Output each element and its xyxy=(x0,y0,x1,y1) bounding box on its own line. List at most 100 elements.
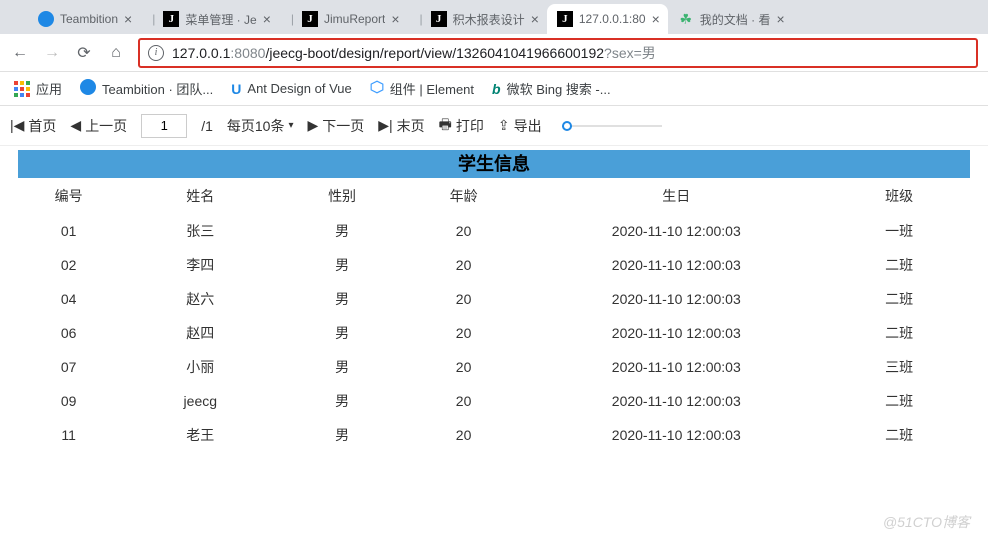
report-toolbar: |◀ 首页 ◀上一页 /1 每页10条 ▾ ▶下一页 ▶| 末页 🖶 打印 ⇪ … xyxy=(0,106,988,146)
browser-tab[interactable]: |J积木报表设计× xyxy=(408,4,547,34)
col-sex: 性别 xyxy=(281,178,403,214)
page-size-dropdown[interactable]: 每页10条 ▾ xyxy=(227,116,294,136)
tab-favicon: J xyxy=(163,11,179,27)
cell-name: 小丽 xyxy=(119,350,281,384)
cell-age: 20 xyxy=(403,418,525,452)
tab-favicon xyxy=(38,11,54,27)
cell-sex: 男 xyxy=(281,418,403,452)
cell-age: 20 xyxy=(403,248,525,282)
bookmark-item[interactable]: UAnt Design of Vue xyxy=(231,81,351,97)
table-row: 09jeecg男202020-11-10 12:00:03二班 xyxy=(18,384,970,418)
tab-label: 菜单管理 · Je xyxy=(185,11,256,28)
cell-name: 赵六 xyxy=(119,282,281,316)
browser-tab[interactable]: ☘ 我的文档 · 看 × xyxy=(668,4,793,34)
cell-sex: 男 xyxy=(281,350,403,384)
apps-label: 应用 xyxy=(36,79,62,98)
export-button[interactable]: ⇪ 导出 xyxy=(498,116,542,136)
col-age: 年龄 xyxy=(403,178,525,214)
cell-name: 老王 xyxy=(119,418,281,452)
report-title: 学生信息 xyxy=(18,150,970,178)
cell-name: 赵四 xyxy=(119,316,281,350)
chevron-down-icon: ▾ xyxy=(288,120,293,131)
home-icon[interactable]: ⌂ xyxy=(106,44,126,62)
url-input[interactable]: i 127.0.0.1:8080/jeecg-boot/design/repor… xyxy=(138,38,978,68)
cell-birthday: 2020-11-10 12:00:03 xyxy=(524,350,828,384)
cell-birthday: 2020-11-10 12:00:03 xyxy=(524,248,828,282)
bookmark-icon: b xyxy=(492,81,501,97)
browser-tab[interactable]: |J菜单管理 · Je× xyxy=(140,4,279,34)
apps-button[interactable]: 应用 xyxy=(14,79,62,98)
close-icon[interactable]: × xyxy=(652,11,660,27)
site-info-icon[interactable]: i xyxy=(148,45,164,61)
cell-age: 20 xyxy=(403,316,525,350)
next-page-button[interactable]: ▶下一页 xyxy=(307,116,364,136)
cell-birthday: 2020-11-10 12:00:03 xyxy=(524,214,828,248)
col-class: 班级 xyxy=(828,178,970,214)
bookmark-icon: U xyxy=(231,81,241,97)
print-button[interactable]: 🖶 打印 xyxy=(439,114,484,138)
cell-name: 张三 xyxy=(119,214,281,248)
bookmark-item[interactable]: 组件 | Element xyxy=(370,79,474,98)
bookmark-icon xyxy=(80,79,96,98)
cell-age: 20 xyxy=(403,214,525,248)
bookmark-label: 组件 | Element xyxy=(390,79,474,98)
tab-favicon: ☘ xyxy=(678,11,694,27)
bookmark-label: 微软 Bing 搜索 -... xyxy=(507,79,611,98)
cell-sex: 男 xyxy=(281,282,403,316)
cell-sex: 男 xyxy=(281,248,403,282)
cell-sex: 男 xyxy=(281,214,403,248)
bookmark-icon xyxy=(370,80,384,97)
cell-id: 01 xyxy=(18,214,119,248)
close-icon[interactable]: × xyxy=(124,11,132,27)
cell-birthday: 2020-11-10 12:00:03 xyxy=(524,316,828,350)
cell-birthday: 2020-11-10 12:00:03 xyxy=(524,384,828,418)
cell-class: 二班 xyxy=(828,248,970,282)
cell-id: 02 xyxy=(18,248,119,282)
col-name: 姓名 xyxy=(119,178,281,214)
cell-name: jeecg xyxy=(119,384,281,418)
cell-id: 09 xyxy=(18,384,119,418)
table-row: 11老王男202020-11-10 12:00:03二班 xyxy=(18,418,970,452)
cell-class: 一班 xyxy=(828,214,970,248)
close-icon[interactable]: × xyxy=(263,11,271,27)
close-icon[interactable]: × xyxy=(531,11,539,27)
table-row: 02李四男202020-11-10 12:00:03二班 xyxy=(18,248,970,282)
cell-sex: 男 xyxy=(281,384,403,418)
browser-tab[interactable]: J 127.0.0.1:80 × xyxy=(547,4,668,34)
table-row: 07小丽男202020-11-10 12:00:03三班 xyxy=(18,350,970,384)
progress-track[interactable] xyxy=(562,125,662,127)
cell-id: 07 xyxy=(18,350,119,384)
progress-thumb[interactable] xyxy=(562,121,572,131)
close-icon[interactable]: × xyxy=(391,11,399,27)
tab-label: JimuReport xyxy=(324,12,385,26)
browser-tab[interactable]: Teambition× xyxy=(28,4,140,34)
last-page-button[interactable]: ▶| 末页 xyxy=(378,116,424,136)
table-row: 04赵六男202020-11-10 12:00:03二班 xyxy=(18,282,970,316)
bookmarks-bar: 应用 Teambition · 团队... UAnt Design of Vue 组… xyxy=(0,72,988,106)
report-table: 编号 姓名 性别 年龄 生日 班级 01张三男202020-11-10 12:0… xyxy=(18,178,970,452)
cell-class: 二班 xyxy=(828,282,970,316)
table-row: 06赵四男202020-11-10 12:00:03二班 xyxy=(18,316,970,350)
bookmark-item[interactable]: b 微软 Bing 搜索 -... xyxy=(492,79,611,98)
back-icon[interactable]: ← xyxy=(10,44,30,62)
first-page-button[interactable]: |◀ 首页 xyxy=(10,116,56,136)
cell-age: 20 xyxy=(403,384,525,418)
cell-class: 二班 xyxy=(828,384,970,418)
tab-label: 127.0.0.1:80 xyxy=(579,12,646,26)
watermark: @51CTO博客 xyxy=(883,512,970,532)
prev-page-button[interactable]: ◀上一页 xyxy=(70,116,127,136)
close-icon[interactable]: × xyxy=(776,11,784,27)
cell-class: 二班 xyxy=(828,418,970,452)
tab-label: 积木报表设计 xyxy=(453,11,525,28)
tab-label: 我的文档 · 看 xyxy=(700,11,771,28)
tab-favicon: J xyxy=(431,11,447,27)
bookmark-item[interactable]: Teambition · 团队... xyxy=(80,79,213,98)
tab-favicon: J xyxy=(557,11,573,27)
cell-id: 11 xyxy=(18,418,119,452)
page-number-input[interactable] xyxy=(141,114,187,138)
col-birthday: 生日 xyxy=(524,178,828,214)
forward-icon[interactable]: → xyxy=(42,44,62,62)
browser-tab[interactable]: |JJimuReport× xyxy=(279,4,408,34)
cell-sex: 男 xyxy=(281,316,403,350)
reload-icon[interactable]: ⟳ xyxy=(74,43,94,63)
